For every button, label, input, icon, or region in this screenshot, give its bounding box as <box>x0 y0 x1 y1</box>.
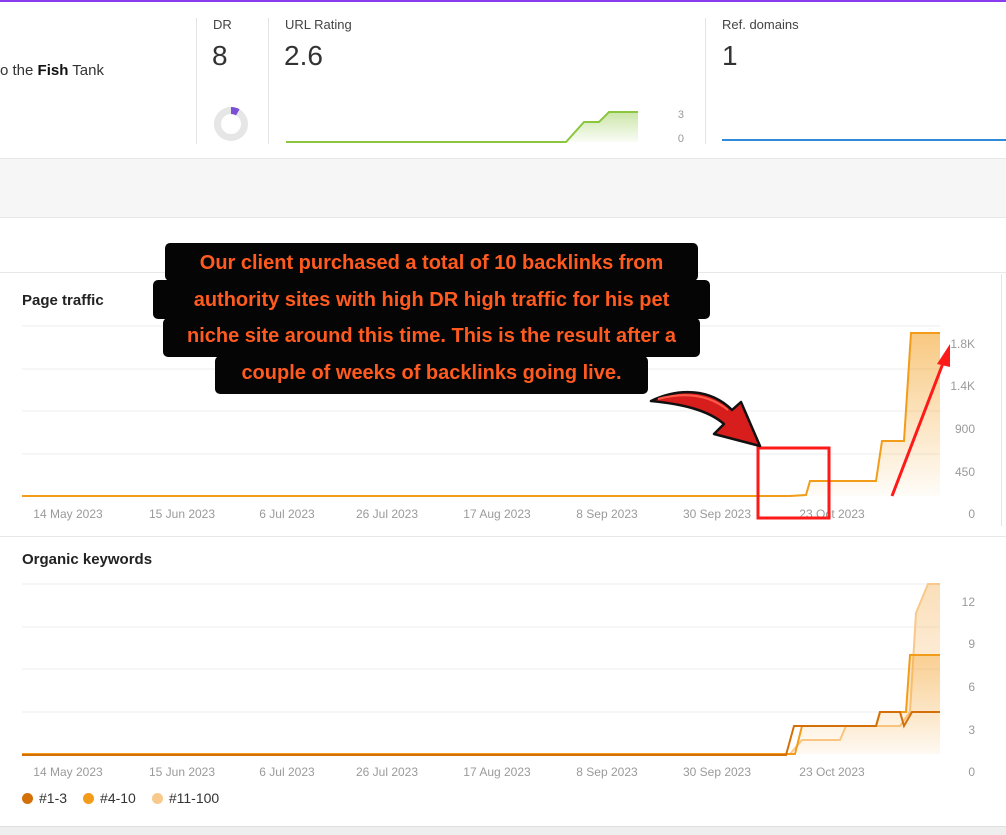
legend-dot-icon <box>83 792 95 804</box>
dr-donut-chart <box>214 107 248 141</box>
url-rating-axis-top: 3 <box>678 109 684 121</box>
url-rating-axis-bottom: 0 <box>678 133 684 145</box>
legend-item-4-10[interactable]: #4-10 <box>83 790 136 806</box>
legend-dot-icon <box>151 792 163 804</box>
y-tick: 1.8K <box>950 337 975 351</box>
organic-keywords-chart: 12 9 6 3 0 14 May 2023 15 Jun 2023 6 Jul… <box>22 583 976 779</box>
ref-domains-sparkline <box>722 139 1006 141</box>
x-tick: 8 Sep 2023 <box>576 765 638 779</box>
page-url-title[interactable]: o the Fish Tank <box>0 62 104 79</box>
page-traffic-title: Page traffic <box>22 292 104 309</box>
x-tick: 8 Sep 2023 <box>576 507 638 521</box>
x-tick: 14 May 2023 <box>33 765 103 779</box>
url-rating-sparkline: 3 0 <box>286 109 684 145</box>
chart-panel-border <box>1001 274 1002 526</box>
y-tick: 6 <box>968 680 975 694</box>
x-tick: 15 Jun 2023 <box>149 765 215 779</box>
y-tick: 900 <box>955 422 975 436</box>
url-rating-value[interactable]: 2.6 <box>284 40 323 72</box>
legend-item-11-100[interactable]: #11-100 <box>151 790 219 806</box>
annotation-line: authority sites with high DR high traffi… <box>193 288 670 311</box>
url-rating-label: URL Rating <box>285 17 352 32</box>
y-tick: 9 <box>968 637 975 651</box>
x-tick: 30 Sep 2023 <box>683 765 751 779</box>
x-tick: 6 Jul 2023 <box>259 507 315 521</box>
annotation-line: niche site around this time. This is the… <box>186 325 676 347</box>
annotation-callout: Our client purchased a total of 10 backl… <box>153 243 710 394</box>
dr-label: DR <box>213 17 232 32</box>
y-tick: 3 <box>968 723 975 737</box>
y-tick: 12 <box>962 595 976 609</box>
x-tick: 17 Aug 2023 <box>463 507 531 521</box>
x-tick: 17 Aug 2023 <box>463 765 531 779</box>
y-tick: 0 <box>968 765 975 779</box>
metric-divider <box>196 18 197 144</box>
annotation-line: Our client purchased a total of 10 backl… <box>199 252 664 274</box>
legend-dot-icon <box>22 792 33 804</box>
metrics-header: o the Fish Tank DR 8 URL Rating 2.6 3 0 … <box>0 2 1006 158</box>
y-tick: 1.4K <box>950 379 975 393</box>
x-tick: 6 Jul 2023 <box>259 765 315 779</box>
ref-domains-label: Ref. domains <box>722 17 799 32</box>
metric-divider <box>705 18 706 144</box>
x-tick: 15 Jun 2023 <box>149 507 215 521</box>
y-tick: 450 <box>955 465 975 479</box>
x-tick: 26 Jul 2023 <box>356 765 418 779</box>
toolbar-band <box>0 158 1006 218</box>
ref-domains-value[interactable]: 1 <box>722 40 738 72</box>
keywords-legend: #1-3 #4-10 #11-100 <box>22 790 219 806</box>
x-tick: 26 Jul 2023 <box>356 507 418 521</box>
x-tick: 23 Oct 2023 <box>799 765 865 779</box>
y-tick: 0 <box>968 507 975 521</box>
organic-keywords-title: Organic keywords <box>22 551 153 568</box>
dr-value[interactable]: 8 <box>212 40 228 72</box>
metric-divider <box>268 18 269 144</box>
annotation-line: couple of weeks of backlinks going live. <box>241 361 622 384</box>
section-divider <box>0 536 1006 537</box>
legend-item-top3[interactable]: #1-3 <box>22 790 67 806</box>
x-tick: 14 May 2023 <box>33 507 103 521</box>
x-tick: 30 Sep 2023 <box>683 507 751 521</box>
